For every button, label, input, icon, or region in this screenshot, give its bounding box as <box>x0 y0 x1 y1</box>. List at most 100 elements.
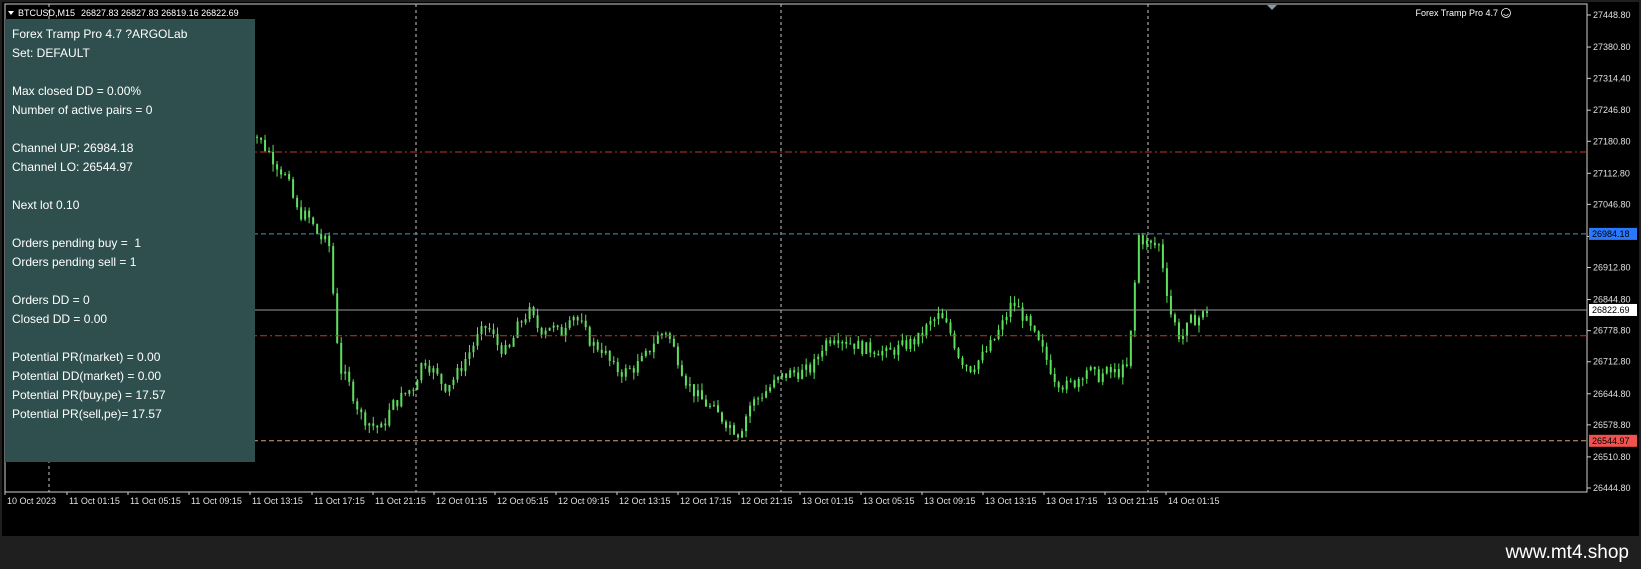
candle <box>584 314 587 331</box>
time-tick-label: 12 Oct 09:15 <box>558 496 610 506</box>
candle <box>312 216 315 226</box>
candle <box>392 398 395 411</box>
price-tick-label: 27448.80 <box>1593 10 1631 20</box>
candle <box>1053 367 1056 388</box>
candle <box>548 327 551 332</box>
info-line: Channel UP: 26984.18 <box>12 141 134 155</box>
candle <box>304 207 307 222</box>
candle <box>540 326 543 339</box>
price-tick-label: 27246.80 <box>1593 105 1631 115</box>
candle <box>1173 312 1176 326</box>
time-tick-label: 13 Oct 21:15 <box>1107 496 1159 506</box>
candle <box>668 331 671 344</box>
candle <box>664 331 667 338</box>
candle <box>596 339 599 353</box>
candle <box>969 365 972 374</box>
candle <box>849 337 852 345</box>
candle <box>576 315 579 326</box>
info-line: Set: DEFAULT <box>12 46 90 60</box>
candle <box>432 365 435 380</box>
candle <box>1193 308 1196 326</box>
candle <box>388 403 391 428</box>
shift-marker-icon[interactable] <box>1267 5 1277 10</box>
info-line: Potential PR(market) = 0.00 <box>12 350 161 364</box>
time-tick-label: 11 Oct 13:15 <box>252 496 303 506</box>
price-axis: 27448.80 27380.80 27314.40 27246.80 27180.80… <box>1587 10 1637 493</box>
chart-window[interactable]: 27448.80 27380.80 27314.40 27246.80 27180.80… <box>2 2 1639 536</box>
candle <box>833 336 836 346</box>
candle <box>424 359 427 369</box>
candle <box>809 362 812 376</box>
candle <box>712 400 715 407</box>
time-tick-label: 13 Oct 01:15 <box>802 496 854 506</box>
candle <box>913 336 916 352</box>
candle <box>949 318 952 337</box>
candle <box>420 362 423 384</box>
candle <box>280 166 283 179</box>
candle <box>380 421 383 428</box>
candle <box>1197 315 1200 333</box>
candle <box>464 352 467 377</box>
candle <box>805 358 808 377</box>
candle <box>769 384 772 393</box>
candle <box>1021 302 1024 329</box>
candle <box>817 353 820 366</box>
price-tick-label: 26912.80 <box>1593 263 1631 273</box>
candle <box>504 340 507 356</box>
candle <box>512 335 515 347</box>
candle <box>440 373 443 391</box>
candle <box>917 332 920 347</box>
candle <box>396 399 399 411</box>
candle <box>620 369 623 383</box>
candle <box>973 365 976 375</box>
candle <box>292 176 295 199</box>
candle <box>352 379 355 404</box>
time-tick-label: 12 Oct 17:15 <box>680 496 732 506</box>
candle <box>953 330 956 351</box>
price-tick-label: 26712.80 <box>1593 357 1631 367</box>
candle <box>813 353 816 380</box>
candle <box>264 134 267 153</box>
candle <box>688 376 691 393</box>
time-tick-label: 12 Oct 21:15 <box>741 496 793 506</box>
candle <box>1085 367 1088 384</box>
candle <box>881 345 884 361</box>
candle <box>680 360 683 377</box>
candle <box>989 336 992 353</box>
candle <box>753 396 756 412</box>
time-tick-label: 10 Oct 2023 <box>7 496 56 506</box>
candle <box>1105 365 1108 375</box>
candle <box>456 363 459 383</box>
candle <box>1117 363 1120 380</box>
candle <box>320 228 323 245</box>
candles <box>244 125 1208 440</box>
candle <box>672 335 675 348</box>
candle <box>480 321 483 341</box>
candle <box>1206 306 1208 318</box>
price-tick-label: 26444.80 <box>1593 483 1631 493</box>
candle <box>476 327 479 350</box>
candle <box>400 386 403 408</box>
candle <box>1049 354 1052 376</box>
chart-header: BTCUSD,M15 26827.83 26827.83 26819.16 26… <box>8 5 1511 18</box>
candle <box>873 350 876 358</box>
candle <box>945 310 948 324</box>
candle <box>404 392 407 396</box>
price-tick-label: 26510.80 <box>1593 452 1631 462</box>
candle <box>332 242 335 296</box>
candle <box>1165 262 1168 303</box>
candle <box>452 376 455 390</box>
candle <box>648 350 651 355</box>
candle <box>1025 314 1028 322</box>
smiley-icon[interactable] <box>1501 8 1511 18</box>
candle <box>885 345 888 358</box>
candle <box>560 324 563 336</box>
info-line: Potential PR(buy,pe) = 17.57 <box>12 388 166 402</box>
time-tick-label: 13 Oct 09:15 <box>924 496 976 506</box>
candle <box>528 302 531 323</box>
collapse-arrow-icon[interactable] <box>8 11 14 15</box>
candle <box>773 374 776 389</box>
candle <box>316 223 319 235</box>
candle <box>704 394 707 407</box>
candle <box>644 348 647 358</box>
